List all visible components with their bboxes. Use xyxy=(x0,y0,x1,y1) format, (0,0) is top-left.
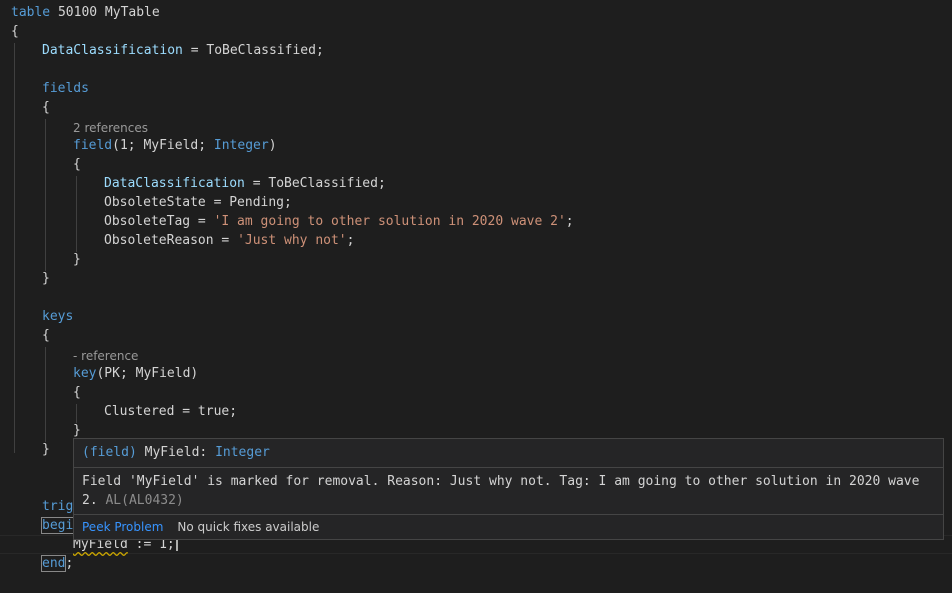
obsolete-tag-name: ObsoleteTag = xyxy=(104,214,214,229)
obsolete-reason-name: ObsoleteReason = xyxy=(104,233,238,248)
code-line[interactable]: } xyxy=(42,269,50,288)
open-brace: { xyxy=(73,157,81,172)
property-name: DataClassification xyxy=(42,43,183,58)
hover-actions: Peek Problem No quick fixes available xyxy=(74,515,943,539)
code-line[interactable]: ObsoleteReason = 'Just why not'; xyxy=(104,231,354,250)
close-brace: } xyxy=(42,442,50,457)
hover-signature: (field) MyField: Integer xyxy=(74,439,943,468)
code-line[interactable]: table 50100 MyTable xyxy=(11,3,160,22)
no-quick-fixes-label: No quick fixes available xyxy=(177,520,320,534)
keyword-keys: keys xyxy=(42,309,74,324)
diagnostic-text: Field 'MyField' is marked for removal. R… xyxy=(82,474,920,508)
property-value: = ToBeClassified; xyxy=(244,176,386,191)
field-args: (1; MyField; xyxy=(112,138,214,153)
obsolete-tag-value: 'I am going to other solution in 2020 wa… xyxy=(213,214,566,229)
keyword-key: key xyxy=(73,366,97,381)
references-link[interactable]: 2 references xyxy=(73,121,148,135)
code-line[interactable]: begi xyxy=(40,516,75,535)
property-value: = ToBeClassified; xyxy=(182,43,324,58)
keyword-fields: fields xyxy=(42,81,89,96)
code-line[interactable]: field(1; MyField; Integer) xyxy=(73,136,277,155)
indent-guide xyxy=(14,43,15,453)
field-type: Integer xyxy=(213,138,269,153)
open-brace: { xyxy=(73,385,81,400)
hover-diagnostic-message: Field 'MyField' is marked for removal. R… xyxy=(74,468,943,515)
code-line[interactable]: ObsoleteState = Pending; xyxy=(104,193,292,212)
code-line[interactable]: DataClassification = ToBeClassified; xyxy=(104,174,386,193)
indent-guide xyxy=(76,176,77,252)
open-brace: { xyxy=(42,100,50,115)
indent-guide xyxy=(45,119,46,271)
code-line[interactable]: Clustered = true; xyxy=(104,402,237,421)
code-line[interactable]: keys xyxy=(42,307,73,326)
key-args: (PK; MyField) xyxy=(96,366,199,381)
keyword-table: table xyxy=(11,5,51,20)
field-close: ) xyxy=(268,138,277,153)
obsolete-reason-value: 'Just why not' xyxy=(237,233,347,248)
hover-sig-type: Integer xyxy=(215,445,270,460)
open-brace: { xyxy=(11,24,19,39)
hover-sig-name: MyField: xyxy=(144,445,216,460)
peek-problem-button[interactable]: Peek Problem xyxy=(82,520,163,534)
diagnostic-code: AL(AL0432) xyxy=(105,493,184,508)
keyword-field: field xyxy=(73,138,113,153)
codelens-references[interactable]: - reference xyxy=(73,348,138,365)
code-line[interactable]: fields xyxy=(42,79,89,98)
code-line[interactable]: { xyxy=(42,326,50,345)
keyword-end: end xyxy=(40,555,67,572)
hover-sig-prefix: (field) xyxy=(82,445,145,460)
code-line[interactable]: ObsoleteTag = 'I am going to other solut… xyxy=(104,212,574,231)
references-link[interactable]: - reference xyxy=(73,349,138,363)
code-line[interactable]: { xyxy=(73,155,81,174)
close-brace: } xyxy=(73,423,81,438)
obsolete-state: ObsoleteState = Pending; xyxy=(104,195,292,210)
code-line[interactable]: key(PK; MyField) xyxy=(73,364,198,383)
semicolon: ; xyxy=(346,233,355,248)
code-line[interactable]: end; xyxy=(40,554,74,573)
code-line[interactable]: } xyxy=(42,440,50,459)
keyword-trigger: trig xyxy=(42,499,74,514)
open-brace: { xyxy=(42,328,50,343)
close-brace: } xyxy=(42,271,50,286)
clustered-property: Clustered = true; xyxy=(104,404,238,419)
code-editor[interactable]: table 50100 MyTable { DataClassification… xyxy=(0,0,952,593)
code-line[interactable]: { xyxy=(11,22,19,41)
close-brace: } xyxy=(73,252,81,267)
property-name: DataClassification xyxy=(104,176,245,191)
table-declaration: 50100 MyTable xyxy=(50,5,160,20)
hover-widget: (field) MyField: Integer Field 'MyField'… xyxy=(73,438,944,540)
codelens-references[interactable]: 2 references xyxy=(73,120,148,137)
code-line[interactable]: trig xyxy=(42,497,73,516)
code-line[interactable]: } xyxy=(73,250,81,269)
code-line[interactable]: { xyxy=(73,383,81,402)
indent-guide xyxy=(45,347,46,442)
code-line[interactable]: { xyxy=(42,98,50,117)
semicolon: ; xyxy=(65,556,74,571)
semicolon: ; xyxy=(565,214,574,229)
code-line[interactable]: DataClassification = ToBeClassified; xyxy=(42,41,324,60)
keyword-begin: begi xyxy=(40,517,75,534)
